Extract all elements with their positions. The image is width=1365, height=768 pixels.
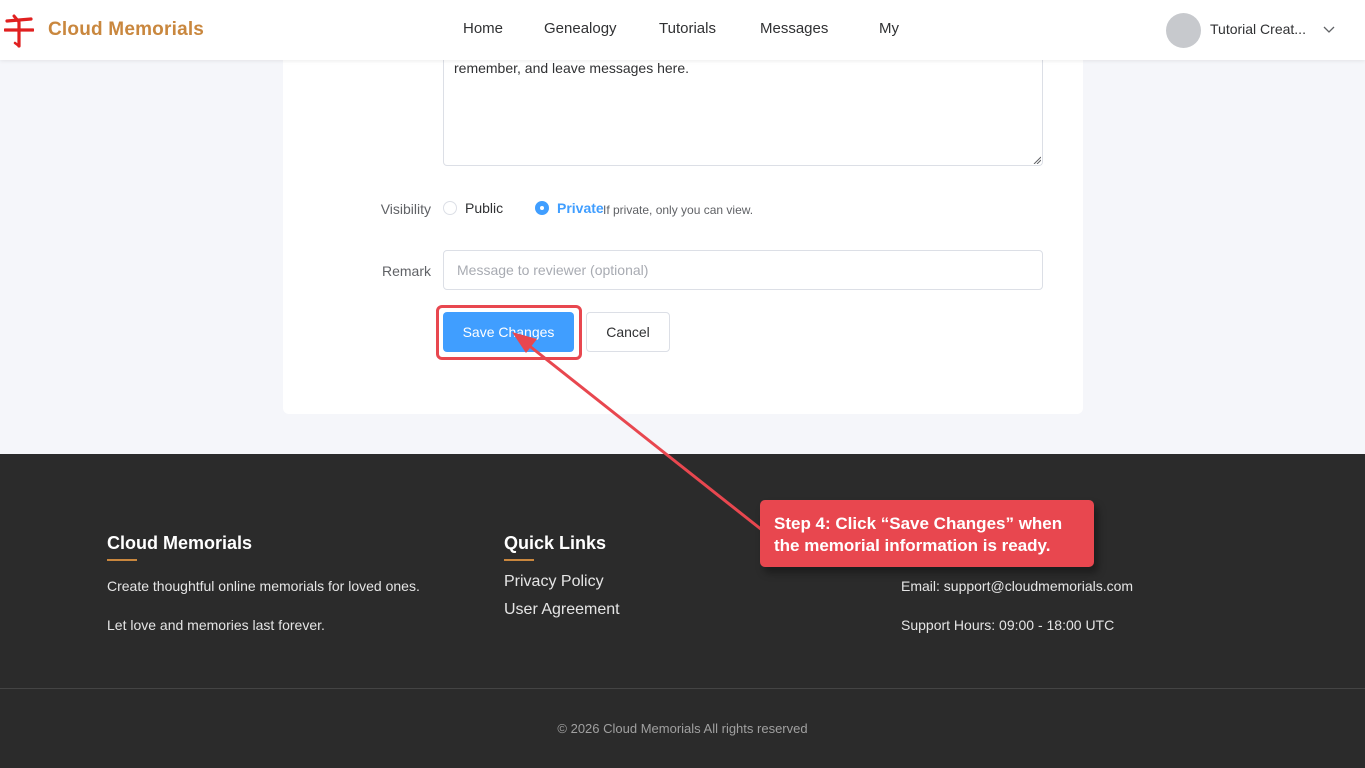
nav-genealogy[interactable]: Genealogy bbox=[544, 20, 617, 37]
radio-public-label[interactable]: Public bbox=[465, 200, 503, 216]
remark-input[interactable] bbox=[443, 250, 1043, 290]
quick-links-underline bbox=[504, 559, 534, 561]
privacy-policy-link[interactable]: Privacy Policy bbox=[504, 573, 604, 591]
copyright: © 2026 Cloud Memorials All rights reserv… bbox=[557, 721, 808, 736]
nav-tutorials[interactable]: Tutorials bbox=[659, 20, 716, 37]
save-changes-button[interactable]: Save Changes bbox=[443, 312, 574, 352]
support-email: Email: support@cloudmemorials.com bbox=[901, 578, 1134, 594]
annotation-callout: Step 4: Click “Save Changes” when the me… bbox=[760, 500, 1094, 567]
remark-label: Remark bbox=[381, 263, 431, 279]
visibility-label: Visibility bbox=[380, 201, 431, 217]
support-hours: Support Hours: 09:00 - 18:00 UTC bbox=[901, 617, 1115, 633]
nav-home[interactable]: Home bbox=[463, 20, 503, 37]
footer-tagline-2: Let love and memories last forever. bbox=[107, 617, 325, 633]
radio-private[interactable] bbox=[535, 201, 549, 215]
footer-brand-underline bbox=[107, 559, 137, 561]
username[interactable]: Tutorial Creat... bbox=[1210, 21, 1306, 37]
cancel-button[interactable]: Cancel bbox=[586, 312, 670, 352]
nav-my[interactable]: My bbox=[879, 20, 899, 37]
nav-messages[interactable]: Messages bbox=[760, 20, 828, 37]
footer-divider bbox=[0, 688, 1365, 689]
logo-icon[interactable] bbox=[4, 12, 34, 48]
chevron-down-icon[interactable] bbox=[1322, 22, 1336, 36]
top-header: Cloud Memorials Home Genealogy Tutorials… bbox=[0, 0, 1365, 60]
visibility-hint: If private, only you can view. bbox=[603, 203, 754, 217]
user-agreement-link[interactable]: User Agreement bbox=[504, 601, 620, 619]
avatar[interactable] bbox=[1166, 13, 1201, 48]
textarea-text: remember, and leave messages here. bbox=[454, 60, 690, 76]
radio-public[interactable] bbox=[443, 201, 457, 215]
quick-links-title: Quick Links bbox=[504, 533, 607, 553]
resize-handle-icon[interactable] bbox=[1033, 156, 1041, 164]
footer-tagline-1: Create thoughtful online memorials for l… bbox=[107, 578, 420, 594]
radio-private-label[interactable]: Private bbox=[557, 200, 604, 216]
footer-brand-title: Cloud Memorials bbox=[107, 533, 253, 553]
brand-name[interactable]: Cloud Memorials bbox=[48, 19, 204, 41]
